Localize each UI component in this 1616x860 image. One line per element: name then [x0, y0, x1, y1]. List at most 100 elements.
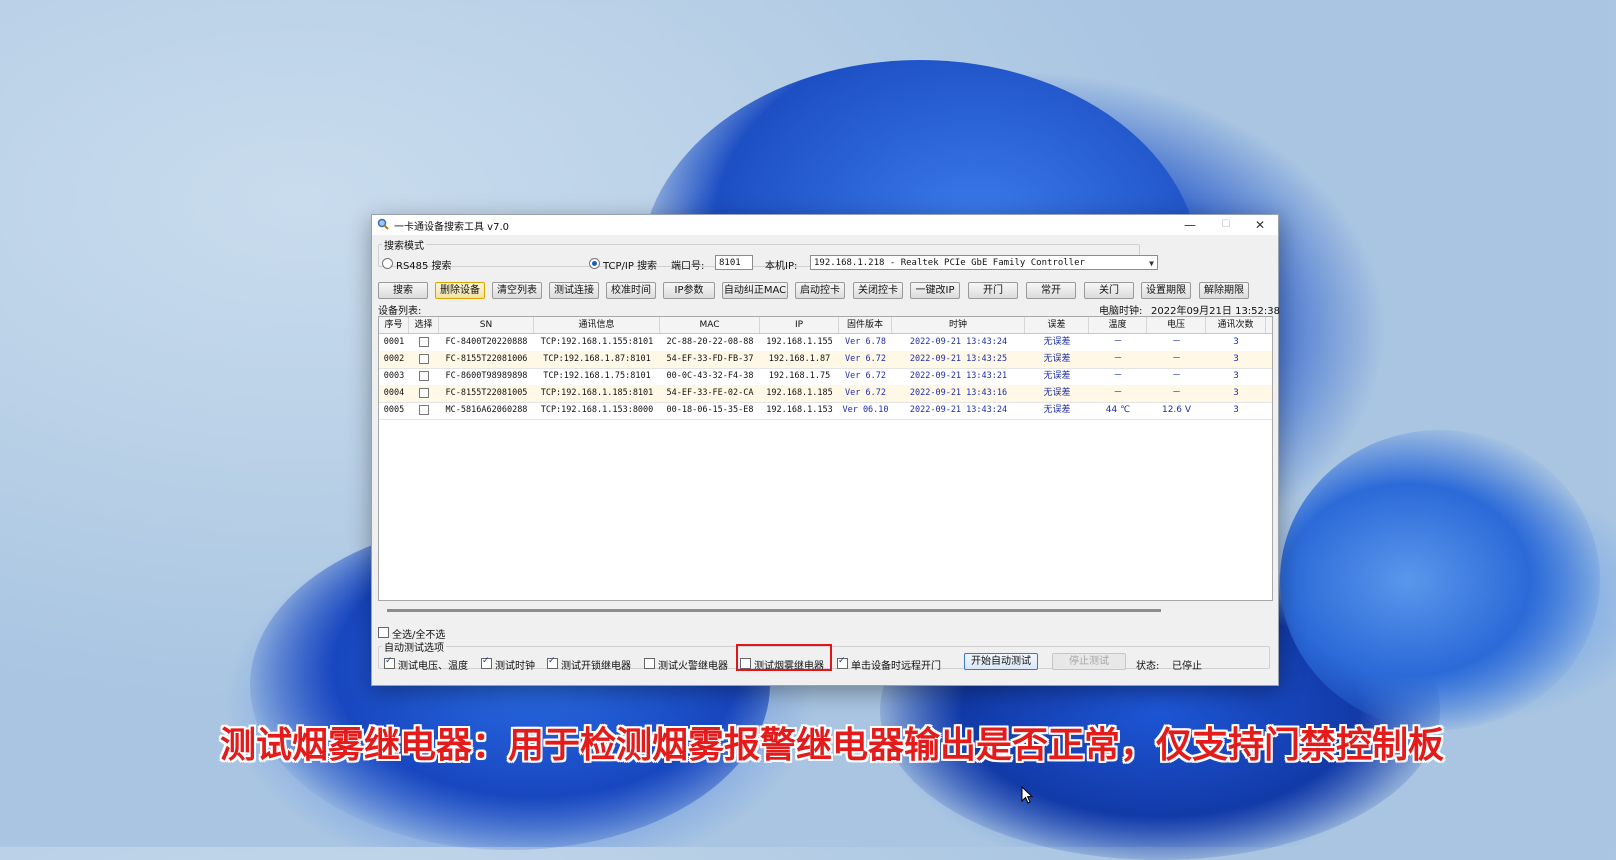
- clear-list-button[interactable]: 清空列表: [492, 282, 542, 299]
- calibrate-time-button[interactable]: 校准时间: [606, 282, 656, 299]
- cell-fw: Ver 6.72: [845, 388, 886, 398]
- cell-volt: －: [1171, 388, 1181, 398]
- start-auto-test-button[interactable]: 开始自动测试: [964, 653, 1038, 670]
- row-checkbox[interactable]: [419, 353, 429, 364]
- cell-fw: Ver 06.10: [842, 405, 889, 415]
- col-header-fw[interactable]: 固件版本: [839, 317, 892, 333]
- port-input[interactable]: 8101: [715, 255, 753, 270]
- test-connection-button[interactable]: 测试连接: [549, 282, 599, 299]
- set-term-button[interactable]: 设置期限: [1141, 282, 1191, 299]
- test-clock-checkbox[interactable]: [481, 656, 492, 669]
- disable-card-control-button[interactable]: 关闭控卡: [853, 282, 903, 299]
- cell-err: 无误差: [1043, 388, 1071, 398]
- cell-ip: 192.168.1.155: [766, 337, 833, 347]
- remote-open-checkbox[interactable]: [837, 656, 848, 669]
- local-ip-label: 本机IP:: [765, 261, 798, 272]
- cell-no: 0003: [383, 371, 405, 381]
- cell-clock: 2022-09-21 13:43:25: [909, 354, 1008, 364]
- test-voltage-temp-label: 测试电压、温度: [398, 661, 468, 672]
- cell-comm: TCP:192.168.1.153:8000: [540, 405, 654, 415]
- cell-sn: FC-8155T22081006: [445, 354, 528, 364]
- maximize-button[interactable]: ☐: [1208, 216, 1244, 234]
- pc-clock-label: 电脑时钟:: [1099, 306, 1143, 317]
- col-header-count[interactable]: 通讯次数: [1206, 317, 1266, 333]
- col-header-sn[interactable]: SN: [439, 317, 534, 333]
- col-header-err[interactable]: 误差: [1025, 317, 1089, 333]
- cell-fw: Ver 6.78: [845, 337, 886, 347]
- cell-clock: 2022-09-21 13:43:21: [909, 371, 1008, 381]
- subtitle-caption: 测试烟雾继电器：用于检测烟雾报警继电器输出是否正常，仅支持门禁控制板: [220, 725, 1445, 766]
- port-label: 端口号:: [671, 261, 705, 272]
- auto-test-legend: 自动测试选项: [384, 643, 444, 654]
- cell-no: 0001: [383, 337, 405, 347]
- col-header-comm[interactable]: 通讯信息: [534, 317, 660, 333]
- col-header-select[interactable]: 选择: [409, 317, 439, 333]
- cell-clock: 2022-09-21 13:43:16: [909, 388, 1008, 398]
- ip-params-button[interactable]: IP参数: [663, 282, 715, 299]
- cell-err: 无误差: [1043, 354, 1071, 364]
- col-header-mac[interactable]: MAC: [660, 317, 760, 333]
- wallpaper-petal: [1280, 430, 1600, 730]
- open-door-button[interactable]: 开门: [968, 282, 1018, 299]
- row-checkbox[interactable]: [419, 404, 429, 415]
- enable-card-control-button[interactable]: 启动控卡: [795, 282, 845, 299]
- col-header-no[interactable]: 序号: [379, 317, 409, 333]
- col-header-temp[interactable]: 温度: [1089, 317, 1147, 333]
- row-checkbox[interactable]: [419, 370, 429, 381]
- rs485-radio[interactable]: [382, 258, 393, 269]
- cell-mac: 2C-88-20-22-08-88: [666, 337, 754, 347]
- cell-sn: MC-5816A62060288: [445, 405, 528, 415]
- delete-device-button[interactable]: 删除设备: [435, 282, 485, 299]
- cell-mac: 54-EF-33-FD-FB-37: [666, 354, 754, 364]
- cell-count: 3: [1233, 354, 1239, 364]
- table-row[interactable]: 0003 FC-8600T98989898 TCP:192.168.1.75:8…: [379, 368, 1272, 386]
- horizontal-scrollbar[interactable]: [387, 609, 1161, 612]
- test-unlock-relay-checkbox[interactable]: [547, 656, 558, 669]
- cell-count: 3: [1233, 337, 1239, 347]
- row-checkbox-cell: [409, 402, 439, 418]
- remove-term-button[interactable]: 解除期限: [1199, 282, 1249, 299]
- test-fire-relay-checkbox[interactable]: [644, 658, 655, 669]
- row-checkbox[interactable]: [419, 387, 429, 398]
- status-value: 已停止: [1172, 661, 1202, 672]
- cell-fw: Ver 6.72: [845, 371, 886, 381]
- cell-volt: －: [1171, 337, 1181, 347]
- cell-mac: 00-18-06-15-35-E8: [666, 405, 754, 415]
- table-header: 序号 选择 SN 通讯信息 MAC IP 固件版本 时钟 误差 温度 电压 通讯…: [379, 317, 1272, 334]
- search-button[interactable]: 搜索: [378, 282, 428, 299]
- test-fire-relay-label: 测试火警继电器: [658, 661, 728, 672]
- select-all-checkbox[interactable]: [378, 627, 389, 638]
- table-row[interactable]: 0004 FC-8155T22081005 TCP:192.168.1.185:…: [379, 385, 1272, 403]
- tcpip-label: TCP/IP 搜索: [603, 261, 658, 272]
- col-header-clock[interactable]: 时钟: [892, 317, 1025, 333]
- table-row[interactable]: 0001 FC-8400T20220888 TCP:192.168.1.155:…: [379, 334, 1272, 352]
- device-table[interactable]: 序号 选择 SN 通讯信息 MAC IP 固件版本 时钟 误差 温度 电压 通讯…: [378, 316, 1273, 601]
- always-open-button[interactable]: 常开: [1026, 282, 1076, 299]
- table-row[interactable]: 0005 MC-5816A62060288 TCP:192.168.1.153:…: [379, 402, 1272, 420]
- cell-count: 3: [1233, 371, 1239, 381]
- cell-temp: －: [1113, 388, 1123, 398]
- row-checkbox[interactable]: [419, 336, 429, 347]
- cell-no: 0005: [383, 405, 405, 415]
- change-ip-button[interactable]: 一键改IP: [910, 282, 960, 299]
- auto-fix-mac-button[interactable]: 自动纠正MAC: [722, 282, 788, 299]
- cell-count: 3: [1233, 388, 1239, 398]
- row-checkbox-cell: [409, 351, 439, 367]
- cell-sn: FC-8155T22081005: [445, 388, 528, 398]
- cell-comm: TCP:192.168.1.87:8101: [543, 354, 651, 364]
- col-header-volt[interactable]: 电压: [1147, 317, 1206, 333]
- close-door-button[interactable]: 关门: [1084, 282, 1134, 299]
- cell-clock: 2022-09-21 13:43:24: [909, 337, 1008, 347]
- test-voltage-temp-checkbox[interactable]: [384, 656, 395, 669]
- table-row[interactable]: 0002 FC-8155T22081006 TCP:192.168.1.87:8…: [379, 351, 1272, 369]
- tcpip-radio[interactable]: [589, 258, 600, 269]
- chevron-down-icon: ▼: [1149, 259, 1154, 268]
- local-ip-select[interactable]: 192.168.1.218 - Realtek PCIe GbE Family …: [810, 255, 1158, 270]
- minimize-button[interactable]: —: [1172, 216, 1208, 234]
- close-button[interactable]: ✕: [1242, 216, 1278, 234]
- cell-temp: －: [1113, 371, 1123, 381]
- title-bar[interactable]: 一卡通设备搜索工具 v7.0 — ☐ ✕: [372, 215, 1278, 235]
- cell-err: 无误差: [1043, 371, 1071, 381]
- col-header-ip[interactable]: IP: [760, 317, 839, 333]
- stop-test-button[interactable]: 停止测试: [1052, 653, 1126, 670]
